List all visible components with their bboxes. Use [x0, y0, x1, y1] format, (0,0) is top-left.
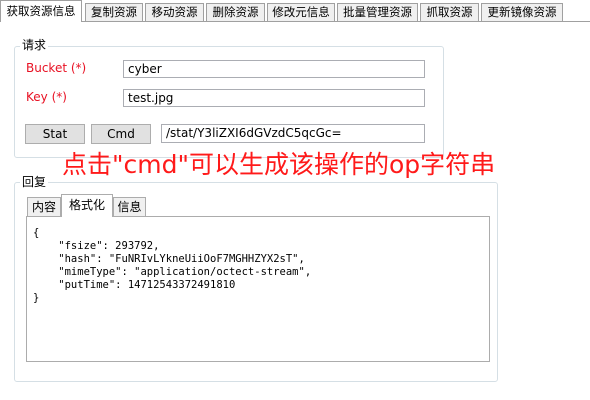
- tab-fetch-resource[interactable]: 抓取资源: [420, 3, 479, 21]
- tab-strip-divider: [0, 21, 590, 22]
- response-group-title: 回复: [20, 175, 49, 189]
- tab-delete-resource[interactable]: 删除资源: [206, 3, 265, 21]
- tab-modify-metadata[interactable]: 修改元信息: [267, 3, 335, 21]
- tab-copy-resource[interactable]: 复制资源: [85, 3, 143, 21]
- bucket-input[interactable]: cyber: [123, 60, 425, 78]
- tab-get-resource-info[interactable]: 获取资源信息: [0, 0, 82, 22]
- key-input[interactable]: test.jpg: [123, 89, 425, 107]
- request-group-title: 请求: [20, 38, 49, 52]
- tab-move-resource[interactable]: 移动资源: [145, 3, 204, 21]
- response-json-text[interactable]: { "fsize": 293792, "hash": "FuNRIvLYkneU…: [33, 227, 311, 305]
- tab-info[interactable]: 信息: [113, 197, 146, 216]
- op-string-field[interactable]: /stat/Y3liZXI6dGVzdC5qcGc=: [161, 124, 425, 143]
- key-label: Key (*): [26, 90, 67, 104]
- tab-formatted[interactable]: 格式化: [61, 194, 113, 217]
- bucket-label: Bucket (*): [26, 61, 87, 75]
- tab-batch-manage[interactable]: 批量管理资源: [337, 3, 418, 21]
- stat-button[interactable]: Stat: [25, 124, 85, 144]
- tab-update-mirror[interactable]: 更新镜像资源: [481, 3, 563, 21]
- top-tab-strip: 获取资源信息 复制资源 移动资源 删除资源 修改元信息 批量管理资源 抓取资源 …: [0, 0, 590, 22]
- response-panel: { "fsize": 293792, "hash": "FuNRIvLYkneU…: [26, 216, 490, 362]
- tab-content[interactable]: 内容: [27, 197, 61, 216]
- cmd-button[interactable]: Cmd: [91, 124, 151, 144]
- annotation-text: 点击"cmd"可以生成该操作的op字符串: [62, 150, 496, 179]
